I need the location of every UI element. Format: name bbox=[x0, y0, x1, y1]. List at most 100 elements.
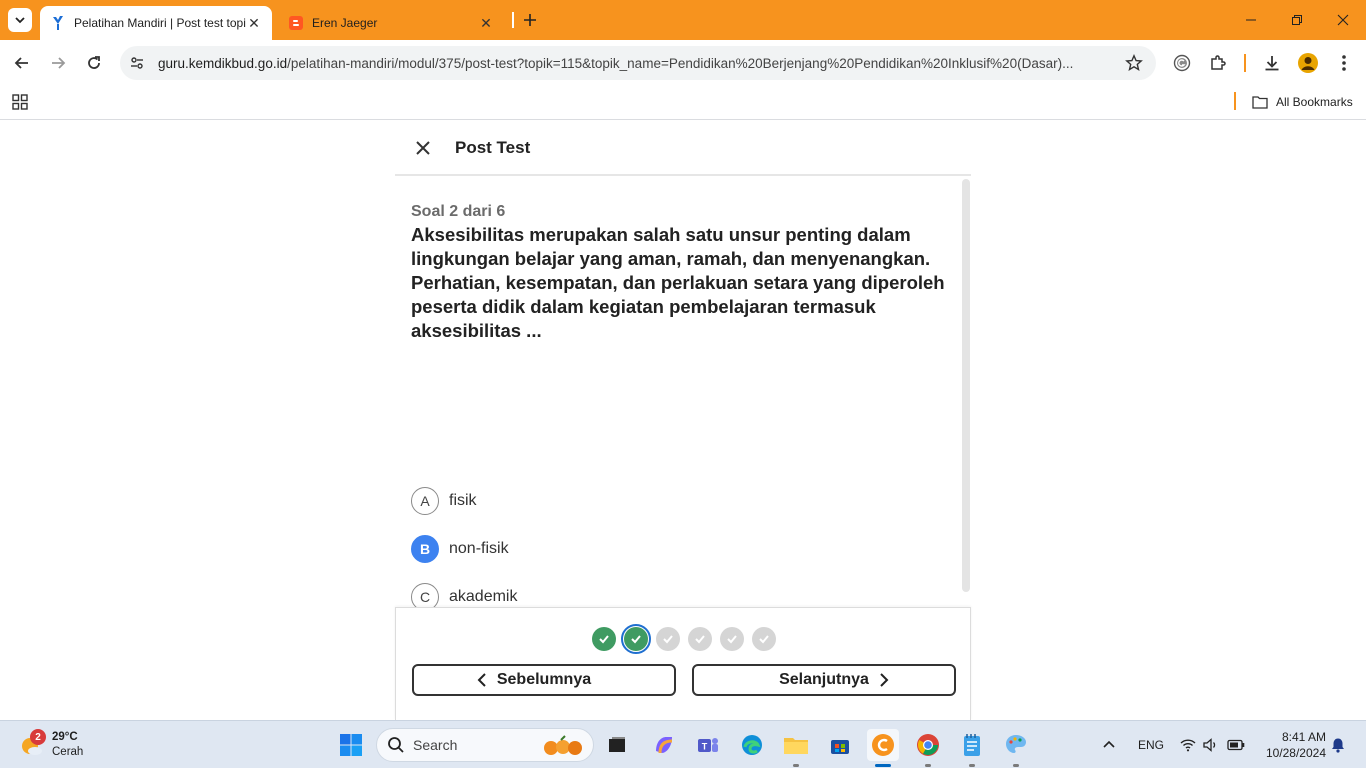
url-path: /pelatihan-mandiri/modul/375/post-test?t… bbox=[287, 55, 1074, 71]
post-test-header: Post Test bbox=[395, 121, 971, 176]
weather-condition: Cerah bbox=[52, 746, 84, 758]
step-2-current[interactable] bbox=[621, 624, 651, 654]
weather-temp: 29°C bbox=[52, 731, 78, 743]
taskbar-app-chrome-profile[interactable] bbox=[867, 729, 899, 767]
running-indicator bbox=[1013, 764, 1019, 767]
taskbar-app-paint[interactable] bbox=[1000, 729, 1032, 767]
tab-eren-jaeger[interactable]: Eren Jaeger ✕ bbox=[278, 6, 504, 40]
taskbar-app-edge[interactable] bbox=[736, 729, 768, 761]
battery-icon[interactable] bbox=[1227, 721, 1245, 769]
back-button[interactable] bbox=[9, 50, 35, 76]
taskbar-app-taskview[interactable] bbox=[601, 729, 633, 761]
running-indicator bbox=[969, 764, 975, 767]
bookmark-star-button[interactable] bbox=[1124, 53, 1144, 73]
tab-strip: Pelatihan Mandiri | Post test topik ✕ Er… bbox=[0, 0, 1366, 40]
wifi-icon[interactable] bbox=[1180, 721, 1196, 769]
chevron-up-icon bbox=[1103, 740, 1115, 748]
taskbar-app-store[interactable] bbox=[824, 729, 856, 761]
plus-icon bbox=[524, 14, 536, 26]
search-placeholder: Search bbox=[413, 737, 458, 753]
tab-close-icon[interactable]: ✕ bbox=[478, 15, 494, 31]
previous-label: Sebelumnya bbox=[496, 671, 592, 688]
all-bookmarks-button[interactable]: All Bookmarks bbox=[1252, 92, 1353, 112]
step-5[interactable] bbox=[720, 627, 744, 651]
profile-button[interactable] bbox=[1297, 52, 1319, 74]
chevron-down-icon bbox=[15, 17, 25, 24]
tab-close-icon[interactable]: ✕ bbox=[246, 15, 262, 31]
more-vertical-icon bbox=[1342, 55, 1346, 71]
chrome-profile-icon bbox=[872, 734, 894, 756]
forward-button[interactable] bbox=[45, 50, 71, 76]
taskbar-app-chrome[interactable] bbox=[912, 729, 944, 767]
step-3[interactable] bbox=[656, 627, 680, 651]
site-info-button[interactable] bbox=[124, 50, 150, 76]
previous-button[interactable]: Sebelumnya bbox=[412, 664, 676, 696]
toolbar-divider bbox=[1244, 54, 1246, 72]
close-post-test-button[interactable] bbox=[413, 138, 433, 158]
option-letter-selected: B bbox=[411, 535, 439, 563]
start-button[interactable] bbox=[335, 729, 367, 761]
avatar-icon bbox=[1298, 53, 1318, 73]
volume-icon[interactable] bbox=[1203, 721, 1219, 769]
weather-sun-icon: 2 bbox=[18, 729, 46, 759]
apps-grid-icon[interactable] bbox=[12, 94, 28, 110]
bookmarks-bar: All Bookmarks bbox=[0, 86, 1366, 120]
arrow-left-icon bbox=[14, 57, 28, 69]
option-label: fisik bbox=[449, 492, 477, 509]
tab-search-button[interactable] bbox=[8, 8, 32, 32]
browser-menu-button[interactable] bbox=[1333, 52, 1355, 74]
check-icon bbox=[631, 635, 641, 644]
system-clock[interactable]: 8:41 AM 10/28/2024 bbox=[1256, 729, 1326, 761]
step-4[interactable] bbox=[688, 627, 712, 651]
tab-pelatihan[interactable]: Pelatihan Mandiri | Post test topik ✕ bbox=[40, 6, 272, 40]
folder-icon bbox=[1252, 96, 1268, 109]
notifications-button[interactable] bbox=[1330, 721, 1346, 769]
weather-widget[interactable]: 2 29°C Cerah bbox=[18, 727, 83, 763]
question-navigation-panel: Sebelumnya Selanjutnya bbox=[395, 607, 971, 720]
reload-icon bbox=[88, 56, 100, 69]
folder-icon bbox=[784, 738, 808, 754]
minimize-button[interactable] bbox=[1228, 0, 1274, 40]
bookmarks-divider bbox=[1234, 92, 1236, 110]
download-icon bbox=[1265, 56, 1279, 71]
active-indicator bbox=[875, 764, 891, 767]
next-button[interactable]: Selanjutnya bbox=[692, 664, 956, 696]
close-icon bbox=[416, 141, 430, 155]
question-scrollbar[interactable] bbox=[962, 179, 970, 592]
option-label: non-fisik bbox=[449, 540, 509, 557]
question-progress bbox=[396, 624, 972, 654]
store-icon bbox=[831, 740, 849, 754]
next-label: Selanjutnya bbox=[779, 671, 869, 688]
taskbar-search[interactable]: Search bbox=[376, 728, 594, 762]
check-icon bbox=[727, 635, 737, 644]
close-window-button[interactable] bbox=[1320, 0, 1366, 40]
notification-badge: 2 bbox=[30, 729, 46, 745]
taskbar-app-file-explorer[interactable] bbox=[780, 729, 812, 767]
tab-title: Pelatihan Mandiri | Post test topik bbox=[74, 16, 246, 30]
blogger-favicon-icon bbox=[288, 15, 304, 31]
step-1[interactable] bbox=[592, 627, 616, 651]
address-bar[interactable]: guru.kemdikbud.go.id/pelatihan-mandiri/m… bbox=[120, 46, 1156, 80]
language-indicator[interactable]: ENG bbox=[1138, 721, 1164, 769]
option-b[interactable]: B non-fisik bbox=[411, 535, 509, 563]
taskbar-app-copilot[interactable] bbox=[648, 729, 680, 761]
downloads-button[interactable] bbox=[1261, 52, 1283, 74]
tab-separator bbox=[512, 12, 514, 28]
taskbar-app-notepad[interactable] bbox=[956, 729, 988, 767]
puzzle-icon bbox=[1211, 55, 1226, 70]
new-tab-button[interactable] bbox=[520, 10, 540, 30]
option-a[interactable]: A fisik bbox=[411, 487, 477, 515]
taskbar-app-teams[interactable]: T bbox=[692, 729, 724, 761]
chevron-right-icon bbox=[880, 673, 889, 687]
step-6[interactable] bbox=[752, 627, 776, 651]
all-bookmarks-label: All Bookmarks bbox=[1276, 95, 1353, 109]
tray-overflow-button[interactable] bbox=[1102, 721, 1116, 769]
option-label: akademik bbox=[449, 588, 518, 605]
task-view-icon bbox=[609, 737, 625, 752]
reload-button[interactable] bbox=[81, 50, 107, 76]
extensions-button[interactable] bbox=[1207, 52, 1229, 74]
restore-button[interactable] bbox=[1274, 0, 1320, 40]
minimize-icon bbox=[1246, 19, 1256, 21]
grammarly-extension-button[interactable] bbox=[1171, 52, 1193, 74]
svg-text:T: T bbox=[702, 742, 708, 752]
